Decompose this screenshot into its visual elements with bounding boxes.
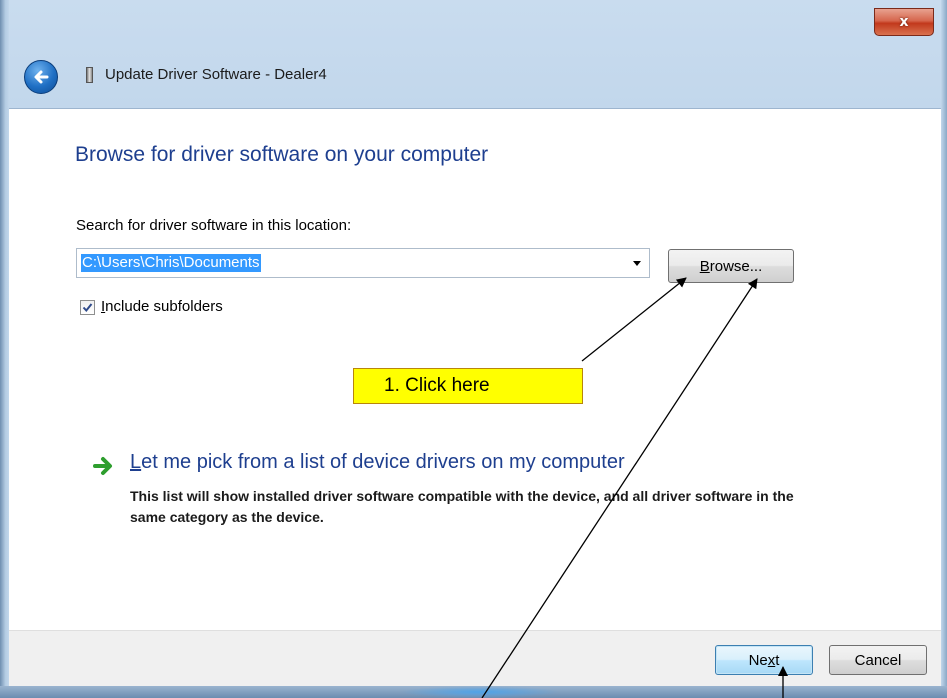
search-location-label: Search for driver software in this locat… — [76, 217, 352, 234]
cancel-button[interactable]: Cancel — [829, 645, 927, 675]
next-button[interactable]: Next — [715, 645, 813, 675]
combo-dropdown-icon[interactable] — [633, 261, 641, 266]
device-icon — [86, 67, 93, 83]
callout-box: 1. Click here — [353, 368, 583, 404]
pick-from-list-description: This list will show installed driver sof… — [130, 488, 794, 525]
green-arrow-icon — [93, 457, 112, 475]
browse-button[interactable]: Browse... — [668, 249, 794, 283]
path-value[interactable]: C:\Users\Chris\Documents — [81, 254, 261, 272]
close-icon: x — [899, 14, 909, 30]
back-arrow-icon — [34, 70, 49, 84]
checkmark-icon — [82, 303, 93, 313]
window-frame-right-edge — [941, 0, 947, 698]
close-button[interactable]: x — [874, 8, 934, 36]
include-subfolders-label[interactable]: Include subfolders — [101, 298, 223, 315]
path-combobox[interactable]: C:\Users\Chris\Documents — [76, 248, 650, 278]
include-subfolders-checkbox[interactable] — [80, 300, 95, 315]
pick-from-list-link[interactable]: Let me pick from a list of device driver… — [130, 451, 625, 474]
window-title: Update Driver Software - Dealer4 — [105, 66, 327, 83]
next-button-label: Next — [748, 651, 780, 669]
taskbar-glow — [400, 686, 560, 698]
back-button[interactable] — [24, 60, 58, 94]
page-heading: Browse for driver software on your compu… — [75, 143, 489, 166]
browse-button-label: Browse... — [699, 257, 763, 275]
window-frame-left-edge — [0, 0, 9, 698]
